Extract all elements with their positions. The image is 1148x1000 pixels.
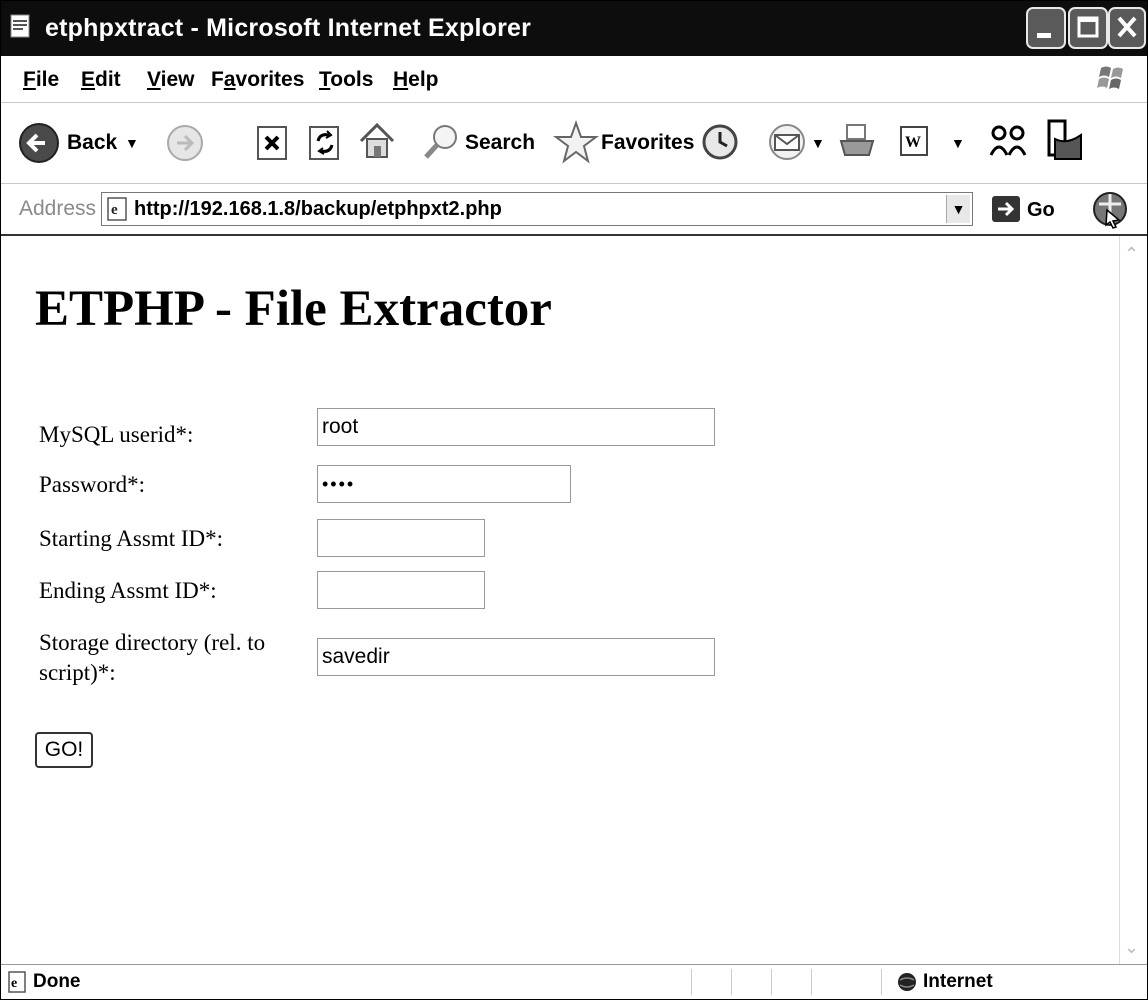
svg-text:e: e bbox=[11, 976, 17, 991]
minimize-icon bbox=[1037, 33, 1051, 38]
messenger-icon[interactable] bbox=[987, 119, 1033, 163]
status-divider bbox=[691, 969, 692, 995]
internet-globe-icon bbox=[898, 973, 916, 991]
mail-dropdown-icon[interactable]: ▼ bbox=[811, 135, 825, 151]
status-divider bbox=[731, 969, 732, 995]
start-id-input[interactable] bbox=[317, 519, 485, 557]
address-url[interactable]: http://192.168.1.8/backup/etphpxt2.php bbox=[134, 198, 502, 221]
back-dropdown-icon[interactable]: ▼ bbox=[125, 135, 139, 151]
print-icon[interactable] bbox=[835, 119, 879, 163]
start-id-label: Starting Assmt ID*: bbox=[39, 526, 224, 551]
back-label[interactable]: Back bbox=[67, 131, 117, 155]
search-icon[interactable] bbox=[421, 121, 461, 165]
window-title: etphpxtract - Microsoft Internet Explore… bbox=[45, 14, 532, 42]
favorites-label[interactable]: Favorites bbox=[601, 131, 694, 155]
back-arrow-icon[interactable] bbox=[17, 121, 61, 165]
go-arrow-icon[interactable] bbox=[991, 195, 1021, 223]
status-bar: e Done Internet bbox=[1, 964, 1147, 999]
scroll-down-icon[interactable]: ⌄ bbox=[1124, 937, 1139, 958]
favorites-star-icon[interactable] bbox=[553, 119, 599, 165]
password-input[interactable]: •••• bbox=[317, 465, 571, 503]
status-divider bbox=[771, 969, 772, 995]
mail-icon[interactable] bbox=[765, 121, 809, 163]
standard-toolbar: Back ▼ Search Favorites ▼ W ▼ bbox=[1, 103, 1147, 184]
menu-help[interactable]: Help bbox=[393, 68, 439, 92]
status-divider bbox=[811, 969, 812, 995]
address-bar: Address e http://192.168.1.8/backup/etph… bbox=[1, 184, 1147, 236]
go-submit-button[interactable]: GO! bbox=[35, 732, 93, 768]
address-input[interactable]: e http://192.168.1.8/backup/etphpxt2.php… bbox=[101, 192, 973, 226]
storage-label-line2: script)*: bbox=[39, 660, 116, 685]
home-icon[interactable] bbox=[357, 119, 397, 163]
menu-edit[interactable]: Edit bbox=[81, 68, 121, 92]
maximize-icon bbox=[1077, 16, 1099, 38]
status-text: Done bbox=[33, 971, 81, 992]
storage-label: Storage directory (rel. to script)*: bbox=[39, 628, 265, 688]
go-label[interactable]: Go bbox=[1027, 199, 1055, 222]
maximize-button[interactable] bbox=[1068, 7, 1108, 49]
password-label: Password*: bbox=[39, 472, 146, 497]
svg-text:e: e bbox=[111, 202, 118, 218]
end-id-input[interactable] bbox=[317, 571, 485, 609]
page-title: ETPHP - File Extractor bbox=[35, 281, 552, 337]
menu-tools[interactable]: Tools bbox=[319, 68, 373, 92]
menu-view[interactable]: View bbox=[147, 68, 195, 92]
page-icon: e bbox=[107, 197, 127, 221]
address-dropdown-icon[interactable]: ▼ bbox=[946, 195, 970, 223]
scroll-up-icon[interactable]: ⌃ bbox=[1124, 244, 1139, 265]
storage-label-line1: Storage directory (rel. to bbox=[39, 630, 266, 655]
stop-icon[interactable] bbox=[255, 123, 291, 163]
refresh-icon[interactable] bbox=[307, 123, 343, 163]
address-label: Address bbox=[19, 197, 97, 220]
research-icon[interactable] bbox=[1041, 115, 1089, 167]
svg-text:W: W bbox=[905, 134, 921, 151]
page-done-icon: e bbox=[8, 971, 26, 993]
menu-bar: File Edit View Favorites Tools Help bbox=[1, 56, 1147, 103]
windows-update-icon[interactable] bbox=[1089, 188, 1131, 230]
minimize-button[interactable] bbox=[1026, 7, 1066, 49]
browser-window: etphpxtract - Microsoft Internet Explore… bbox=[0, 0, 1148, 1000]
ie-page-icon bbox=[10, 14, 30, 38]
edit-dropdown-icon[interactable]: ▼ bbox=[951, 135, 965, 151]
userid-input[interactable] bbox=[317, 408, 715, 446]
edit-word-icon[interactable]: W bbox=[899, 125, 931, 159]
title-bar: etphpxtract - Microsoft Internet Explore… bbox=[1, 1, 1147, 56]
status-divider bbox=[881, 969, 882, 995]
end-id-label: Ending Assmt ID*: bbox=[39, 578, 217, 603]
page-content: ETPHP - File Extractor MySQL userid*: Pa… bbox=[1, 236, 1119, 964]
vertical-scrollbar[interactable]: ⌃ ⌄ bbox=[1119, 236, 1147, 964]
history-icon[interactable] bbox=[699, 121, 741, 163]
menu-favorites[interactable]: Favorites bbox=[211, 68, 304, 92]
close-button[interactable] bbox=[1108, 7, 1146, 49]
security-zone-text: Internet bbox=[923, 971, 993, 992]
menu-file[interactable]: File bbox=[23, 68, 59, 92]
userid-label: MySQL userid*: bbox=[39, 422, 194, 447]
storage-directory-input[interactable] bbox=[317, 638, 715, 676]
windows-logo-icon bbox=[1097, 66, 1123, 89]
close-icon bbox=[1117, 16, 1137, 38]
forward-arrow-icon[interactable] bbox=[165, 123, 205, 163]
search-label[interactable]: Search bbox=[465, 131, 535, 155]
